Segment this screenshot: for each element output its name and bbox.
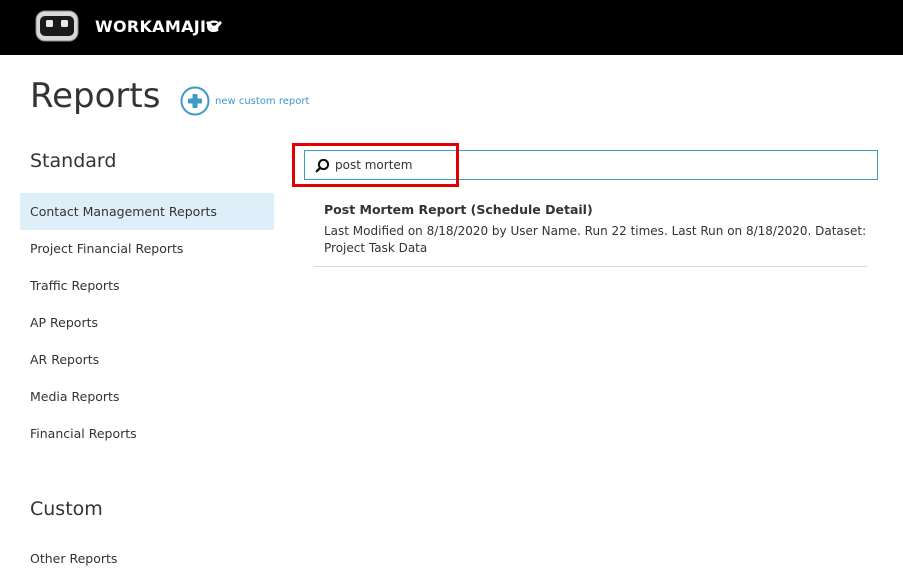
custom-heading: Custom bbox=[30, 498, 103, 520]
report-result-item[interactable]: Post Mortem Report (Schedule Detail) Las… bbox=[314, 198, 867, 267]
sidebar-item-media-reports[interactable]: Media Reports bbox=[20, 378, 274, 415]
sidebar-item-ap-reports[interactable]: AP Reports bbox=[20, 304, 274, 341]
sidebar-item-project-financial-reports[interactable]: Project Financial Reports bbox=[20, 230, 274, 267]
report-result-title[interactable]: Post Mortem Report (Schedule Detail) bbox=[324, 202, 867, 217]
standard-heading: Standard bbox=[30, 150, 117, 172]
search-input[interactable] bbox=[335, 151, 855, 179]
sidebar-item-ar-reports[interactable]: AR Reports bbox=[20, 341, 274, 378]
new-custom-report-button[interactable]: new custom report bbox=[180, 86, 309, 116]
sidebar-item-other-reports[interactable]: Other Reports bbox=[20, 540, 274, 577]
new-custom-report-label[interactable]: new custom report bbox=[215, 96, 309, 107]
app-name[interactable]: WORKAMAJIG bbox=[95, 17, 220, 36]
search-icon bbox=[315, 158, 330, 173]
chevron-down-icon[interactable] bbox=[206, 21, 222, 33]
plus-circle-icon[interactable] bbox=[180, 86, 210, 116]
search-box[interactable] bbox=[304, 150, 878, 180]
sidebar-item-contact-management-reports[interactable]: Contact Management Reports bbox=[20, 193, 274, 230]
top-bar: WORKAMAJIG bbox=[0, 0, 903, 55]
sidebar-item-traffic-reports[interactable]: Traffic Reports bbox=[20, 267, 274, 304]
sidebar-item-financial-reports[interactable]: Financial Reports bbox=[20, 415, 274, 452]
robot-logo-icon[interactable] bbox=[35, 10, 79, 42]
report-result-description: Last Modified on 8/18/2020 by User Name.… bbox=[324, 224, 867, 255]
page-title: Reports bbox=[30, 76, 161, 116]
